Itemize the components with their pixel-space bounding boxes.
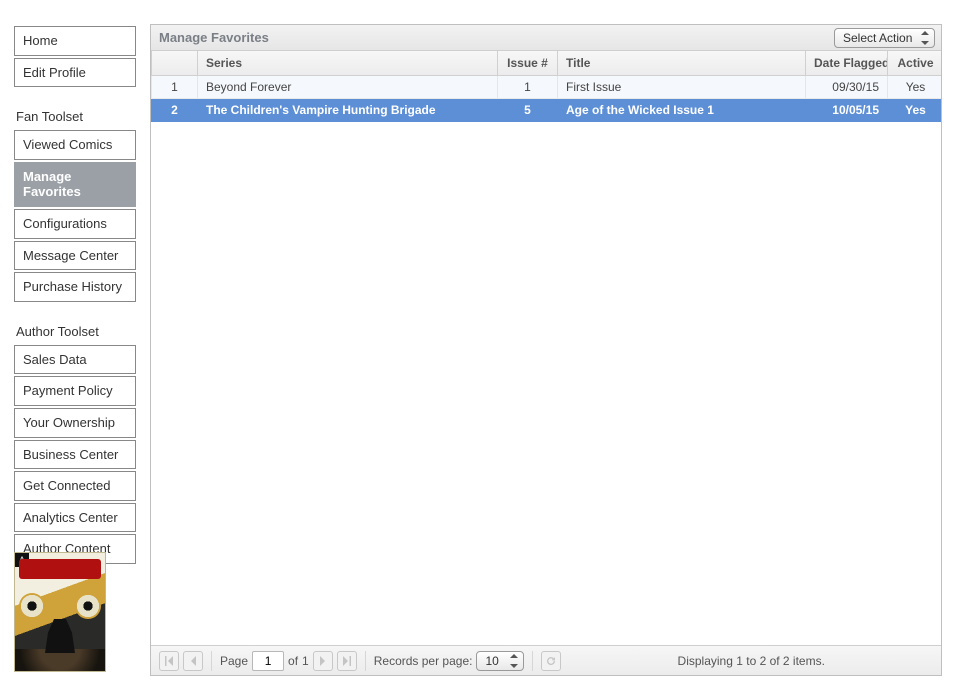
table-row[interactable]: 1Beyond Forever1First Issue09/30/15Yes <box>152 76 942 99</box>
prev-page-icon <box>188 656 198 666</box>
cell-active: Yes <box>888 76 942 99</box>
favorites-table: Series Issue # Title Date Flagged Active… <box>151 51 941 122</box>
last-page-button[interactable] <box>337 651 357 671</box>
main-panel: Manage Favorites Select Action Series Is… <box>150 24 942 676</box>
col-row-num[interactable] <box>152 51 198 76</box>
panel-header: Manage Favorites Select Action <box>151 25 941 51</box>
nav-item-your-ownership[interactable]: Your Ownership <box>14 408 136 438</box>
cell-series: Beyond Forever <box>198 76 498 99</box>
nav-item-label: Sales Data <box>23 352 87 367</box>
page-label: Page <box>220 654 248 668</box>
cell-row-num: 1 <box>152 76 198 99</box>
page-input[interactable] <box>252 651 284 671</box>
refresh-icon <box>546 656 556 666</box>
nav-item-label: Payment Policy <box>23 383 113 398</box>
nav-item-edit-profile[interactable]: Edit Profile <box>14 58 136 88</box>
prev-page-button[interactable] <box>183 651 203 671</box>
nav-item-manage-favorites[interactable]: Manage Favorites <box>14 162 136 207</box>
cell-date-flagged: 09/30/15 <box>806 76 888 99</box>
nav-item-message-center[interactable]: Message Center <box>14 241 136 271</box>
col-title[interactable]: Title <box>558 51 806 76</box>
nav-group: Home Edit Profile <box>14 26 136 87</box>
separator <box>211 651 212 671</box>
nav-item-label: Manage Favorites <box>23 169 81 200</box>
thumb-art <box>45 619 75 653</box>
nav-item-label: Analytics Center <box>23 510 118 525</box>
col-issue[interactable]: Issue # <box>498 51 558 76</box>
nav-item-label: Your Ownership <box>23 415 115 430</box>
thumb-art <box>75 593 101 619</box>
nav-item-business-center[interactable]: Business Center <box>14 440 136 470</box>
separator <box>532 651 533 671</box>
col-date-flagged[interactable]: Date Flagged <box>806 51 888 76</box>
nav-group-title: Fan Toolset <box>14 105 136 130</box>
last-page-icon <box>342 656 352 666</box>
col-active[interactable]: Active <box>888 51 942 76</box>
cell-row-num: 2 <box>152 99 198 122</box>
nav-group-title: Author Toolset <box>14 320 136 345</box>
cell-issue: 1 <box>498 76 558 99</box>
sidebar: Home Edit Profile Fan Toolset Viewed Comics… <box>14 26 136 582</box>
total-pages: 1 <box>302 654 309 668</box>
table-header-row: Series Issue # Title Date Flagged Active <box>152 51 942 76</box>
cell-title: First Issue <box>558 76 806 99</box>
col-series[interactable]: Series <box>198 51 498 76</box>
nav-item-analytics-center[interactable]: Analytics Center <box>14 503 136 533</box>
first-page-icon <box>164 656 174 666</box>
pager: Page of 1 Records per page: 10 <box>159 651 561 671</box>
nav-item-get-connected[interactable]: Get Connected <box>14 471 136 501</box>
nav-item-payment-policy[interactable]: Payment Policy <box>14 376 136 406</box>
nav-item-home[interactable]: Home <box>14 26 136 56</box>
refresh-button[interactable] <box>541 651 561 671</box>
nav-item-label: Get Connected <box>23 478 110 493</box>
rpp-label: Records per page: <box>374 654 473 668</box>
nav-item-label: Configurations <box>23 216 107 231</box>
table-row[interactable]: 2The Children's Vampire Hunting Brigade5… <box>152 99 942 122</box>
nav-item-purchase-history[interactable]: Purchase History <box>14 272 136 302</box>
cell-date-flagged: 10/05/15 <box>806 99 888 122</box>
nav-item-label: Home <box>23 33 58 48</box>
nav-item-label: Viewed Comics <box>23 137 112 152</box>
action-select[interactable]: Select Action <box>834 28 935 48</box>
cell-series: The Children's Vampire Hunting Brigade <box>198 99 498 122</box>
nav-item-sales-data[interactable]: Sales Data <box>14 345 136 375</box>
next-page-icon <box>318 656 328 666</box>
thumb-title-banner <box>19 559 101 579</box>
thumb-art <box>19 593 45 619</box>
pager-footer: Page of 1 Records per page: 10 <box>151 645 941 675</box>
rpp-select[interactable]: 10 <box>476 651 524 671</box>
cell-issue: 5 <box>498 99 558 122</box>
rpp-select-wrap: 10 <box>476 651 524 671</box>
comic-thumbnail[interactable]: A <box>14 552 106 672</box>
nav-item-label: Message Center <box>23 248 118 263</box>
action-select-wrap: Select Action <box>834 28 935 48</box>
nav-item-label: Edit Profile <box>23 65 86 80</box>
nav-item-label: Business Center <box>23 447 118 462</box>
nav-item-label: Purchase History <box>23 279 122 294</box>
nav-group: Fan Toolset Viewed Comics Manage Favorites… <box>14 105 136 302</box>
nav-item-viewed-comics[interactable]: Viewed Comics <box>14 130 136 160</box>
of-label: of <box>288 654 298 668</box>
cell-active: Yes <box>888 99 942 122</box>
nav-group: Author Toolset Sales Data Payment Policy Yo… <box>14 320 136 564</box>
cell-title: Age of the Wicked Issue 1 <box>558 99 806 122</box>
separator <box>365 651 366 671</box>
nav-item-configurations[interactable]: Configurations <box>14 209 136 239</box>
grid: Series Issue # Title Date Flagged Active… <box>151 51 941 645</box>
pager-status: Displaying 1 to 2 of 2 items. <box>569 654 933 668</box>
panel-title: Manage Favorites <box>159 30 269 45</box>
next-page-button[interactable] <box>313 651 333 671</box>
first-page-button[interactable] <box>159 651 179 671</box>
